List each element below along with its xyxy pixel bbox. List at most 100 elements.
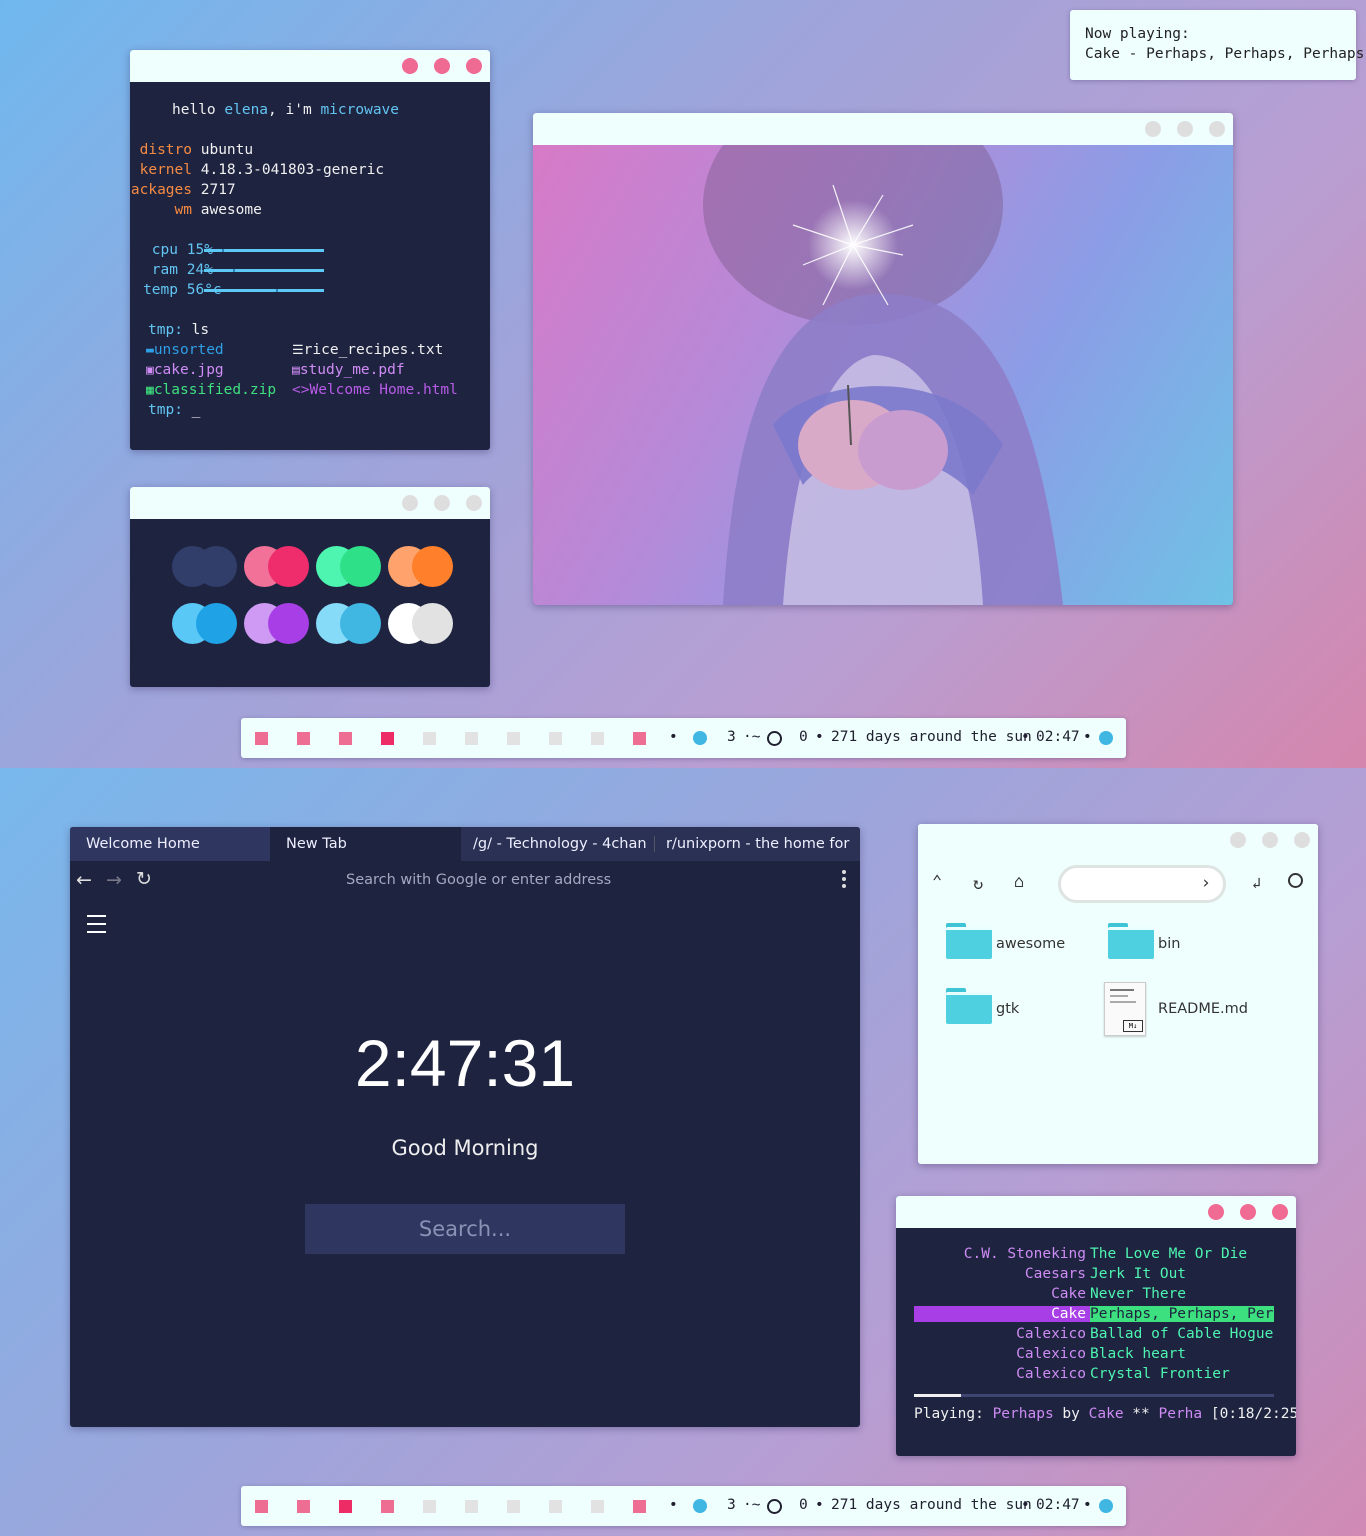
- workspace-tag[interactable]: [591, 732, 604, 745]
- maximize-button[interactable]: [1262, 832, 1278, 848]
- now-playing-notification[interactable]: Now playing: Cake - Perhaps, Perhaps, Pe…: [1070, 10, 1364, 80]
- palette-window[interactable]: [130, 487, 490, 687]
- close-button[interactable]: [466, 58, 482, 74]
- maximize-button[interactable]: [1240, 1204, 1256, 1220]
- circle-outline-icon[interactable]: [767, 1499, 782, 1514]
- file-manager-window[interactable]: ⌃ ↻ ⌂ › ↲ awesome bin gtk M↓ README.md: [918, 824, 1318, 1164]
- minimize-button[interactable]: [1230, 832, 1246, 848]
- playlist-row[interactable]: Calexico Ballad of Cable Hogue: [914, 1326, 1274, 1346]
- palette-titlebar[interactable]: [130, 487, 490, 519]
- status-dot-icon[interactable]: [1099, 731, 1113, 745]
- markdown-file-icon[interactable]: M↓: [1104, 982, 1146, 1036]
- workspace-tag[interactable]: [549, 732, 562, 745]
- file-entry[interactable]: ▤study_me.pdf: [292, 360, 405, 381]
- network-dot-icon[interactable]: [693, 731, 707, 745]
- workspace-tag[interactable]: [297, 732, 310, 745]
- minimize-button[interactable]: [402, 495, 418, 511]
- network-dot-icon[interactable]: [693, 1499, 707, 1513]
- close-button[interactable]: [1209, 121, 1225, 137]
- minimize-button[interactable]: [1145, 121, 1161, 137]
- html-file-icon: <>: [292, 382, 310, 398]
- playlist-row[interactable]: Cake Perhaps, Perhaps, Perha: [914, 1306, 1274, 1326]
- file-entry[interactable]: ▬unsorted: [146, 340, 224, 361]
- file-entry[interactable]: <>Welcome Home.html: [292, 380, 458, 400]
- music-player-window[interactable]: C.W. Stoneking The Love Me Or Die Caesars J…: [896, 1196, 1296, 1456]
- chevron-right-icon[interactable]: ›: [1201, 873, 1211, 893]
- file-manager-titlebar[interactable]: [918, 824, 1318, 856]
- minimize-button[interactable]: [1208, 1204, 1224, 1220]
- workspace-tag[interactable]: [339, 732, 352, 745]
- maximize-button[interactable]: [1177, 121, 1193, 137]
- hamburger-menu-icon[interactable]: [87, 915, 106, 933]
- playlist-row[interactable]: Calexico Black heart: [914, 1346, 1274, 1366]
- reload-icon[interactable]: ↻: [136, 868, 152, 890]
- kebab-menu-icon[interactable]: [842, 870, 846, 890]
- workspace-tag[interactable]: [423, 732, 436, 745]
- minimize-button[interactable]: [402, 58, 418, 74]
- tab-unixporn[interactable]: r/unixporn - the home for: [650, 827, 852, 861]
- file-entry[interactable]: ☰rice_recipes.txt: [292, 340, 443, 361]
- workspace-tag[interactable]: [549, 1500, 562, 1513]
- progress-fill: [914, 1394, 961, 1397]
- search-icon[interactable]: [1288, 873, 1303, 888]
- enter-icon[interactable]: ↲: [1252, 874, 1261, 892]
- playlist-row[interactable]: Calexico Crystal Frontier: [914, 1366, 1274, 1386]
- workspace-tag[interactable]: [381, 732, 394, 745]
- tab-4chan[interactable]: /g/ - Technology - 4chan: [457, 827, 653, 861]
- status-dot-icon[interactable]: [1099, 1499, 1113, 1513]
- close-button[interactable]: [1272, 1204, 1288, 1220]
- status-title: Perhaps: [992, 1406, 1054, 1422]
- browser-window[interactable]: Welcome Home New Tab /g/ - Technology - …: [70, 827, 860, 1427]
- location-input[interactable]: ›: [1058, 865, 1226, 903]
- workspace-tag[interactable]: [507, 732, 520, 745]
- workspace-tag[interactable]: [633, 1500, 646, 1513]
- info-value: 2717: [200, 182, 236, 198]
- workspace-tag[interactable]: [465, 1500, 478, 1513]
- workspace-tag[interactable]: [381, 1500, 394, 1513]
- workspace-tag[interactable]: [255, 732, 268, 745]
- workspace-tag[interactable]: [255, 1500, 268, 1513]
- maximize-button[interactable]: [434, 58, 450, 74]
- workspace-tag[interactable]: [633, 732, 646, 745]
- workspace-tag[interactable]: [423, 1500, 436, 1513]
- folder-icon[interactable]: [1108, 921, 1154, 959]
- file-entry[interactable]: ▣cake.jpg: [146, 360, 224, 381]
- playlist-row[interactable]: Caesars Jerk It Out: [914, 1266, 1274, 1286]
- terminal-titlebar[interactable]: [130, 50, 490, 82]
- address-bar[interactable]: Search with Google or enter address: [346, 872, 611, 888]
- close-button[interactable]: [1294, 832, 1310, 848]
- color-swatch-pair: [244, 603, 324, 645]
- file-name[interactable]: README.md: [1158, 1001, 1248, 1017]
- file-entry[interactable]: ▦classified.zip: [146, 380, 276, 401]
- image-viewer-window[interactable]: [533, 113, 1233, 605]
- image-viewer-titlebar[interactable]: [533, 113, 1233, 145]
- close-button[interactable]: [466, 495, 482, 511]
- file-name[interactable]: gtk: [996, 1001, 1019, 1017]
- workspace-tag[interactable]: [465, 732, 478, 745]
- playlist-row[interactable]: C.W. Stoneking The Love Me Or Die: [914, 1246, 1274, 1266]
- playlist-row[interactable]: Cake Never There: [914, 1286, 1274, 1306]
- folder-icon[interactable]: [946, 986, 992, 1024]
- chevron-up-icon[interactable]: ⌃: [932, 872, 942, 892]
- home-icon[interactable]: ⌂: [1014, 872, 1024, 892]
- progress-bar[interactable]: [914, 1394, 1274, 1397]
- playlist-artist: Caesars: [1024, 1266, 1086, 1282]
- workspace-tag[interactable]: [297, 1500, 310, 1513]
- back-arrow-icon[interactable]: ←: [76, 869, 92, 891]
- workspace-tag[interactable]: [507, 1500, 520, 1513]
- tab-welcome-home[interactable]: Welcome Home: [70, 827, 271, 861]
- workspace-tag[interactable]: [339, 1500, 352, 1513]
- folder-icon[interactable]: [946, 921, 992, 959]
- music-player-titlebar[interactable]: [896, 1196, 1296, 1228]
- search-input[interactable]: Search...: [305, 1204, 625, 1254]
- reload-icon[interactable]: ↻: [973, 874, 983, 894]
- terminal-window[interactable]: hello elena, i'm microwave distro ubuntu…: [130, 50, 490, 450]
- file-name[interactable]: awesome: [996, 936, 1065, 952]
- file-name[interactable]: bin: [1158, 936, 1180, 952]
- maximize-button[interactable]: [434, 495, 450, 511]
- forward-arrow-icon[interactable]: →: [106, 869, 122, 891]
- stat-row: ram 24%: [130, 260, 416, 280]
- circle-outline-icon[interactable]: [767, 731, 782, 746]
- tab-new-tab[interactable]: New Tab: [270, 827, 461, 861]
- workspace-tag[interactable]: [591, 1500, 604, 1513]
